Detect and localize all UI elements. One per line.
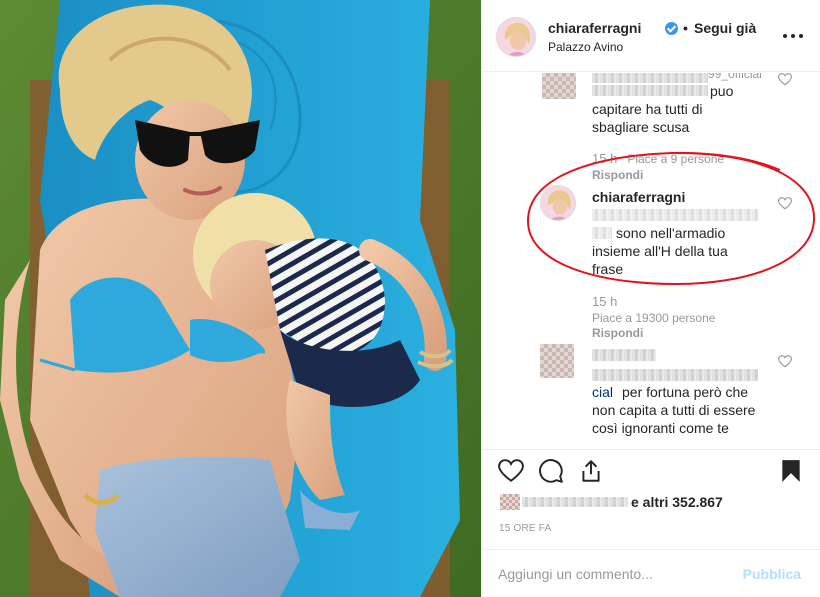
reply-username[interactable]: chiaraferragni: [592, 188, 685, 206]
reply-avatar[interactable]: [540, 185, 576, 221]
header-username[interactable]: chiaraferragni: [548, 20, 641, 36]
blurred-text: [592, 85, 708, 96]
blurred-username: [592, 349, 656, 361]
heart-icon[interactable]: [498, 458, 524, 484]
comment-text-line: così ignoranti come te: [592, 420, 729, 436]
blurred-username: [592, 73, 708, 83]
share-icon[interactable]: [578, 458, 604, 484]
comment-icon[interactable]: [538, 458, 564, 484]
comment-time[interactable]: 15 h: [592, 151, 617, 166]
blurred-liker-name: [522, 497, 628, 507]
comment-input[interactable]: [498, 563, 738, 585]
comment-text-line: sono nell'armadio: [616, 225, 726, 241]
reply-button[interactable]: Rispondi: [592, 326, 643, 340]
comment-text-line: per fortuna però che: [622, 384, 749, 400]
post-header: chiaraferragni • Segui già Palazzo Avino: [482, 0, 820, 72]
comment-text-line: sbagliare scusa: [592, 119, 690, 135]
commenter-avatar[interactable]: [540, 344, 574, 378]
post-image: [0, 0, 481, 597]
liker-avatar[interactable]: [500, 494, 520, 510]
blurred-mention-tail: [592, 227, 612, 239]
comment-like-count[interactable]: Piace a 9 persone: [627, 152, 724, 166]
comment-text-line: non capita a tutti di essere: [592, 402, 756, 418]
location-link[interactable]: Palazzo Avino: [548, 40, 623, 54]
comment-text-line: capitare ha tutti di: [592, 101, 703, 117]
blurred-text: [592, 369, 758, 381]
more-options-icon[interactable]: [783, 28, 803, 44]
post-button[interactable]: Pubblica: [743, 566, 801, 582]
comment-like-heart-icon[interactable]: [778, 197, 792, 210]
blurred-mention: [592, 209, 758, 221]
comment-text-line: puo: [710, 83, 734, 99]
likes-count[interactable]: e altri 352.867: [631, 494, 723, 510]
post-actions: e altri 352.867 15 ORE FA: [482, 449, 820, 549]
comment-text-line: frase: [592, 261, 624, 277]
comment-text-line: insieme all'H della tua: [592, 243, 728, 259]
bookmark-icon[interactable]: [778, 458, 804, 484]
comments-list[interactable]: 99_official puo capitare ha tutti di sba…: [482, 73, 820, 449]
following-button[interactable]: Segui già: [694, 20, 756, 36]
verified-badge-icon: [665, 22, 678, 35]
post-photo[interactable]: [0, 0, 481, 597]
comment-meta: 15 h: [592, 294, 627, 309]
separator-dot: •: [683, 20, 688, 36]
add-comment-bar: Pubblica: [482, 549, 820, 597]
mention-fragment[interactable]: cial: [592, 383, 613, 401]
comment-like-count[interactable]: Piace a 19300 persone: [592, 311, 715, 325]
comment-like-heart-icon[interactable]: [778, 73, 792, 86]
avatar[interactable]: [496, 17, 536, 57]
post-side-panel: chiaraferragni • Segui già Palazzo Avino…: [481, 0, 820, 597]
reply-button[interactable]: Rispondi: [592, 168, 643, 182]
comment-meta: 15 h Piace a 9 persone: [592, 151, 724, 166]
comment-like-heart-icon[interactable]: [778, 355, 792, 368]
comment-time[interactable]: 15 h: [592, 294, 617, 309]
commenter-avatar[interactable]: [542, 73, 576, 99]
post-timestamp[interactable]: 15 ORE FA: [499, 523, 551, 534]
